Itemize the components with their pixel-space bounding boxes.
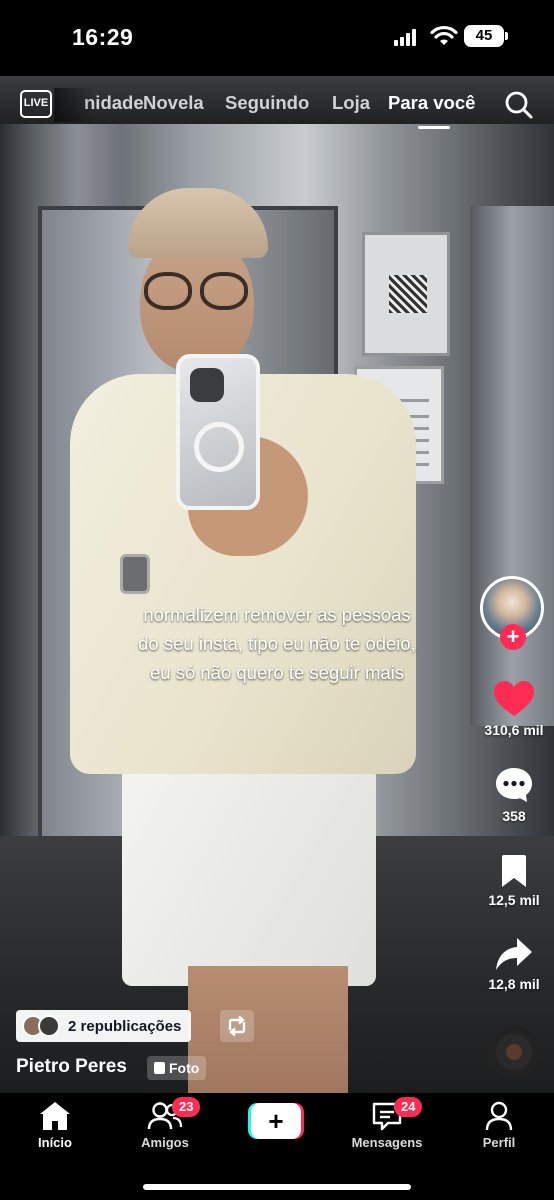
watch xyxy=(120,554,150,594)
save-count: 12,5 mil xyxy=(488,892,540,908)
author-name[interactable]: Pietro Peres xyxy=(16,1056,127,1078)
live-icon[interactable]: LIVE xyxy=(20,90,52,118)
status-bar: 16:29 45 xyxy=(0,0,554,76)
magsafe-ring xyxy=(194,422,244,472)
cap xyxy=(128,188,268,258)
top-nav: LIVE nidade Novela Seguindo Loja Para vo… xyxy=(0,86,554,129)
share-icon xyxy=(496,938,532,970)
post-type-label: Foto xyxy=(169,1060,200,1076)
nav-home[interactable]: Início xyxy=(0,1101,110,1150)
smartphone xyxy=(176,354,260,510)
home-icon xyxy=(40,1102,70,1130)
photo-caption: normalizem remover as pessoas do seu ins… xyxy=(40,600,514,687)
post-type-badge: Foto xyxy=(147,1056,207,1080)
bookmark-icon xyxy=(502,855,526,887)
nav-messages-label: Mensagens xyxy=(351,1135,423,1150)
battery-icon: 45 xyxy=(464,25,508,47)
tab-novela[interactable]: Novela xyxy=(143,92,204,114)
search-icon[interactable] xyxy=(504,90,534,120)
nav-profile[interactable]: Perfil xyxy=(444,1101,554,1150)
repost-button[interactable] xyxy=(220,1010,254,1042)
caption-line: normalizem remover as pessoas xyxy=(143,604,411,625)
repost-avatar xyxy=(38,1015,60,1037)
repost-icon xyxy=(228,1015,246,1037)
cellular-signal-icon xyxy=(394,28,420,46)
messages-badge: 24 xyxy=(394,1097,423,1117)
share-count: 12,8 mil xyxy=(488,976,540,992)
legs xyxy=(188,966,348,1093)
reposts-chip[interactable]: 2 republicações xyxy=(16,1010,192,1042)
follow-button[interactable]: + xyxy=(500,624,526,650)
heart-icon xyxy=(494,681,534,716)
like-count: 310,6 mil xyxy=(484,722,544,738)
create-button[interactable]: + xyxy=(248,1103,304,1139)
nav-messages[interactable]: 24 Mensagens xyxy=(332,1097,442,1150)
comment-count: 358 xyxy=(502,808,526,824)
nav-friends-label: Amigos xyxy=(141,1135,189,1150)
nav-profile-label: Perfil xyxy=(482,1135,516,1150)
qr-code xyxy=(389,275,427,313)
nav-friends[interactable]: 23 Amigos xyxy=(110,1097,220,1150)
tab-loja[interactable]: Loja xyxy=(332,92,370,114)
caption-line: eu só não quero te seguir mais xyxy=(149,662,404,683)
tab-para-voce[interactable]: Para você xyxy=(388,92,475,114)
plus-icon: + xyxy=(251,1103,301,1139)
wall-sign xyxy=(362,232,450,356)
like-button[interactable]: 310,6 mil xyxy=(474,680,554,738)
comment-icon xyxy=(496,768,532,802)
caption-line: do seu insta, tipo eu não te odeio, xyxy=(138,633,416,654)
status-time: 16:29 xyxy=(72,24,134,50)
wifi-icon xyxy=(430,25,458,45)
profile-icon xyxy=(485,1101,513,1131)
tab-fade xyxy=(54,88,94,122)
phone-camera xyxy=(190,368,224,402)
tab-seguindo[interactable]: Seguindo xyxy=(225,92,309,114)
comment-button[interactable]: 358 xyxy=(474,766,554,824)
nav-home-label: Início xyxy=(38,1135,72,1150)
save-button[interactable]: 12,5 mil xyxy=(474,854,554,908)
active-tab-indicator xyxy=(418,126,450,129)
post-photo[interactable] xyxy=(0,76,554,1093)
reposts-label: 2 republicações xyxy=(68,1017,182,1035)
music-disc-icon[interactable] xyxy=(488,1026,540,1078)
friends-badge: 23 xyxy=(172,1097,201,1117)
photo-icon xyxy=(154,1062,165,1074)
home-indicator[interactable] xyxy=(143,1184,411,1190)
repost-avatars xyxy=(22,1015,62,1037)
share-button[interactable]: 12,8 mil xyxy=(474,936,554,992)
shorts xyxy=(122,756,376,986)
glasses xyxy=(142,272,252,312)
